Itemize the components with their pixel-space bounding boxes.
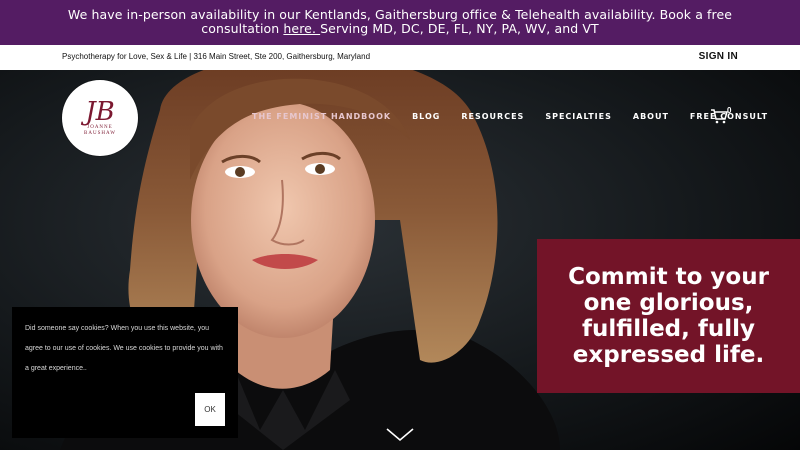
hero-tagline-box: Commit to your one glorious, fulfilled, … (537, 239, 800, 393)
announcement-states: Serving MD, DC, DE, FL, NY, PA, WV, and … (320, 21, 599, 36)
top-info-bar: Psychotherapy for Love, Sex & Life | 316… (0, 45, 800, 70)
cart-button[interactable]: 0 (710, 106, 734, 126)
sign-in-link[interactable]: SIGN IN (699, 51, 738, 62)
consultation-link[interactable]: here. (283, 21, 320, 36)
practice-address: Psychotherapy for Love, Sex & Life | 316… (62, 52, 371, 61)
cookie-ok-button[interactable]: OK (195, 393, 225, 426)
hero-tagline: Commit to your one glorious, fulfilled, … (568, 264, 769, 368)
announcement-bar: We have in-person availability in our Ke… (0, 0, 800, 45)
nav-specialties[interactable]: SPECIALTIES (545, 112, 612, 121)
nav-resources[interactable]: RESOURCES (461, 112, 524, 121)
logo-monogram: JB (85, 97, 115, 127)
scroll-down-chevron-icon[interactable] (386, 428, 414, 442)
logo[interactable]: JB JOANNE BAUSHAW (62, 80, 138, 156)
cart-count: 0 (727, 106, 732, 115)
nav-blog[interactable]: BLOG (412, 112, 440, 121)
logo-name-last: BAUSHAW (84, 131, 116, 136)
main-nav: THE FEMINIST HANDBOOK BLOG RESOURCES SPE… (252, 112, 789, 121)
cookie-message: Did someone say cookies? When you use th… (25, 325, 223, 372)
nav-about[interactable]: ABOUT (633, 112, 669, 121)
nav-feminist-handbook[interactable]: THE FEMINIST HANDBOOK (252, 112, 391, 121)
cart-icon (711, 109, 728, 124)
cookie-banner: Did someone say cookies? When you use th… (12, 307, 238, 438)
hero-section: JB JOANNE BAUSHAW THE FEMINIST HANDBOOK … (0, 70, 800, 450)
